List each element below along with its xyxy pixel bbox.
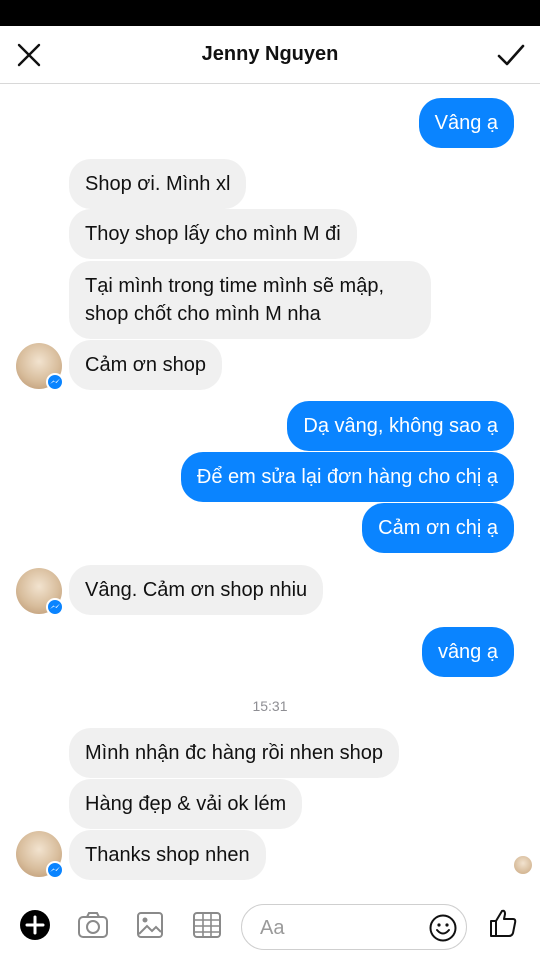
message-incoming[interactable]: Mình nhận đc hàng rồi nhen shop [69,728,399,778]
message-incoming[interactable]: Hàng đẹp & vải ok lém [69,779,303,829]
message-incoming[interactable]: Thoy shop lấy cho mình M đi [69,209,357,259]
contact-name[interactable]: Jenny Nguyen [202,43,339,66]
message-outgoing[interactable]: Dạ vâng, không sao ạ [287,401,514,451]
plus-icon[interactable] [18,908,52,942]
contact-avatar[interactable] [16,343,64,391]
message-outgoing[interactable]: Vâng ạ [418,98,514,148]
messenger-badge-icon [46,598,64,616]
chat-header: Jenny Nguyen [0,26,540,84]
status-bar [0,0,540,26]
thumbs-up-icon[interactable] [486,906,520,940]
seen-indicator-avatar [514,856,532,874]
composer-bar: Aa [0,890,540,960]
message-incoming[interactable]: Cảm ơn shop [69,340,222,390]
grid-icon[interactable] [190,908,224,942]
gallery-icon[interactable] [133,908,167,942]
message-incoming[interactable]: Shop ơi. Mình xl [69,159,247,209]
emoji-icon[interactable] [428,913,458,943]
contact-avatar[interactable] [16,568,64,616]
timestamp: 15:31 [252,698,288,714]
message-outgoing[interactable]: Cảm ơn chị ạ [362,503,514,553]
messenger-badge-icon [46,373,64,391]
message-incoming[interactable]: Thanks shop nhen [69,830,266,880]
message-outgoing[interactable]: vâng ạ [421,627,514,677]
message-list: Vâng ạ Shop ơi. Mình xl Thoy shop lấy ch… [0,85,540,885]
message-incoming[interactable]: Vâng. Cảm ơn shop nhiu [69,565,324,615]
checkmark-icon[interactable] [496,40,526,70]
message-outgoing[interactable]: Để em sửa lại đơn hàng cho chị ạ [180,452,514,502]
close-icon[interactable] [14,40,44,70]
message-input-placeholder: Aa [260,917,285,939]
message-input[interactable]: Aa [241,904,467,950]
camera-icon[interactable] [76,908,110,942]
contact-avatar[interactable] [16,831,64,879]
message-incoming[interactable]: Tại mình trong time mình sẽ mập, shop ch… [69,261,431,339]
messenger-badge-icon [46,861,64,879]
